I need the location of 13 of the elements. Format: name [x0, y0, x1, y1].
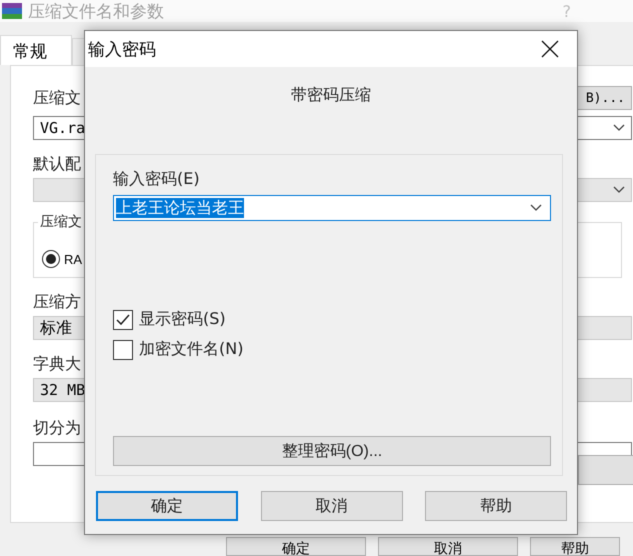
- password-label: 输入密码(E): [113, 169, 201, 189]
- field-label: 压缩文: [33, 88, 81, 108]
- checkbox-label: 加密文件名(N): [139, 339, 244, 360]
- dialog-title: 输入密码: [88, 38, 156, 60]
- field-label: 压缩方: [33, 292, 82, 312]
- field-label: 字典大: [33, 354, 82, 374]
- window-title: 压缩文件名和参数: [28, 0, 165, 22]
- group-label: 压缩文: [38, 213, 84, 231]
- field-label: 默认配: [33, 154, 82, 174]
- field-label: 切分为: [33, 418, 82, 438]
- dialog-heading: 带密码压缩: [291, 85, 371, 106]
- radio-label: RA: [64, 252, 82, 266]
- checkbox-label: 显示密码(S): [139, 309, 226, 330]
